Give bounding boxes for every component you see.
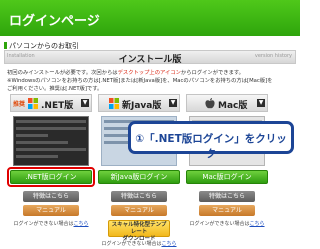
net-login-help: ログインができない場合はこちら xyxy=(10,220,92,227)
windows-logo-icon xyxy=(109,98,119,109)
net-app-screenshot xyxy=(13,116,89,166)
mac-features-button[interactable]: 特徴はこちら xyxy=(199,191,255,202)
net-manual-button[interactable]: マニュアル xyxy=(23,205,79,216)
desc-highlight: デスクトップ上のアイコン xyxy=(117,70,181,76)
instruction-callout: ①「.NET版ログイン」をクリック xyxy=(128,121,294,160)
chevron-down-icon: ▼ xyxy=(81,99,89,107)
install-bar-right-text: version history xyxy=(254,53,292,59)
scalping-template-download-button[interactable]: スキャル特化型テンプレート ダウンロード xyxy=(108,220,170,242)
mac-column-name: Mac版 xyxy=(218,101,248,111)
mac-login-help-text: ログインができない場合は xyxy=(189,221,250,227)
java-login-help-link[interactable]: こちら xyxy=(162,241,177,247)
mac-version-column: Mac版 ▼ Mac版ログイン 特徴はこちら マニュアル ログインができない場合… xyxy=(186,94,268,246)
template-label-line1: スキャル特化型テンプレート xyxy=(111,222,167,235)
mac-login-help: ログインができない場合はこちら xyxy=(186,220,268,227)
net-login-help-link[interactable]: こちら xyxy=(74,221,89,227)
chevron-down-icon: ▼ xyxy=(257,99,265,107)
mac-login-button[interactable]: Mac版ログイン xyxy=(186,170,268,184)
java-manual-button[interactable]: マニュアル xyxy=(111,205,167,216)
page-title: ログインページ xyxy=(9,14,100,29)
page-header: ログインページ xyxy=(0,0,300,36)
java-version-column: 新Java版 ▼ 新Java版ログイン 特徴はこちら マニュアル スキャル特化型… xyxy=(98,94,180,247)
net-login-help-text: ログインができない場合は xyxy=(13,221,74,227)
mac-column-header: Mac版 ▼ xyxy=(186,94,268,112)
java-features-button[interactable]: 特徴はこちら xyxy=(111,191,167,202)
recommend-badge: 推奨 xyxy=(13,101,26,108)
mac-manual-button[interactable]: マニュアル xyxy=(199,205,255,216)
java-column-header: 新Java版 ▼ xyxy=(98,94,180,112)
chevron-down-icon: ▼ xyxy=(169,99,177,107)
java-login-help-text: ログインができない場合は xyxy=(101,241,162,247)
desc-part3: からログインができます。 xyxy=(180,70,244,76)
apple-logo-icon xyxy=(205,98,215,109)
desc-line2: ※Windowsのパソコンをお持ちの方は[.NET版]または[新Java版]を、… xyxy=(7,78,273,84)
instruction-callout-text: ①「.NET版ログイン」をクリック xyxy=(135,133,287,160)
net-column-header: 推奨 .NET版 ▼ xyxy=(10,94,92,112)
java-column-name: 新Java版 xyxy=(122,101,162,111)
login-highlight-frame xyxy=(7,167,95,187)
java-login-help: ログインができない場合はこちら xyxy=(98,240,180,247)
java-login-button[interactable]: 新Java版ログイン xyxy=(98,170,180,184)
net-features-button[interactable]: 特徴はこちら xyxy=(23,191,79,202)
install-version-bar: Installation インストール版 version history xyxy=(4,50,296,65)
install-bar-label: インストール版 xyxy=(118,55,182,65)
desc-line3: ご利用ください。推奨は[.NET版]です。 xyxy=(7,86,103,92)
desc-part1: 初回のみインストールが必要です。次回からは xyxy=(7,70,118,76)
net-column-name: .NET版 xyxy=(41,101,74,111)
windows-logo-icon xyxy=(28,98,38,109)
net-version-column: 推奨 .NET版 ▼ .NET版ログイン 特徴はこちら マニュアル ログインがで… xyxy=(7,94,95,246)
install-description: 初回のみインストールが必要です。次回からはデスクトップ上のアイコンからログインが… xyxy=(7,69,295,93)
mac-login-help-link[interactable]: こちら xyxy=(250,221,265,227)
